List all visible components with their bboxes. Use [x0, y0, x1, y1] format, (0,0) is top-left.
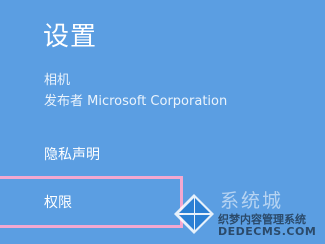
windows-logo-icon: [174, 194, 214, 234]
publisher-info: 发布者 Microsoft Corporation: [44, 94, 228, 109]
page-title: 设置: [43, 22, 98, 52]
app-name: 相机: [44, 73, 71, 88]
privacy-statement-link[interactable]: 隐私声明: [44, 145, 100, 165]
settings-panel: 设置 相机 发布者 Microsoft Corporation 隐私声明 权限 …: [0, 0, 325, 244]
highlight-box: [0, 176, 183, 228]
watermark: 系统城 织梦内容管理系统 DEDECMS.COM: [170, 186, 325, 244]
watermark-brand: 系统城: [220, 190, 284, 212]
permissions-link[interactable]: 权限: [44, 193, 72, 213]
watermark-en-text: DEDECMS.COM: [218, 225, 317, 238]
